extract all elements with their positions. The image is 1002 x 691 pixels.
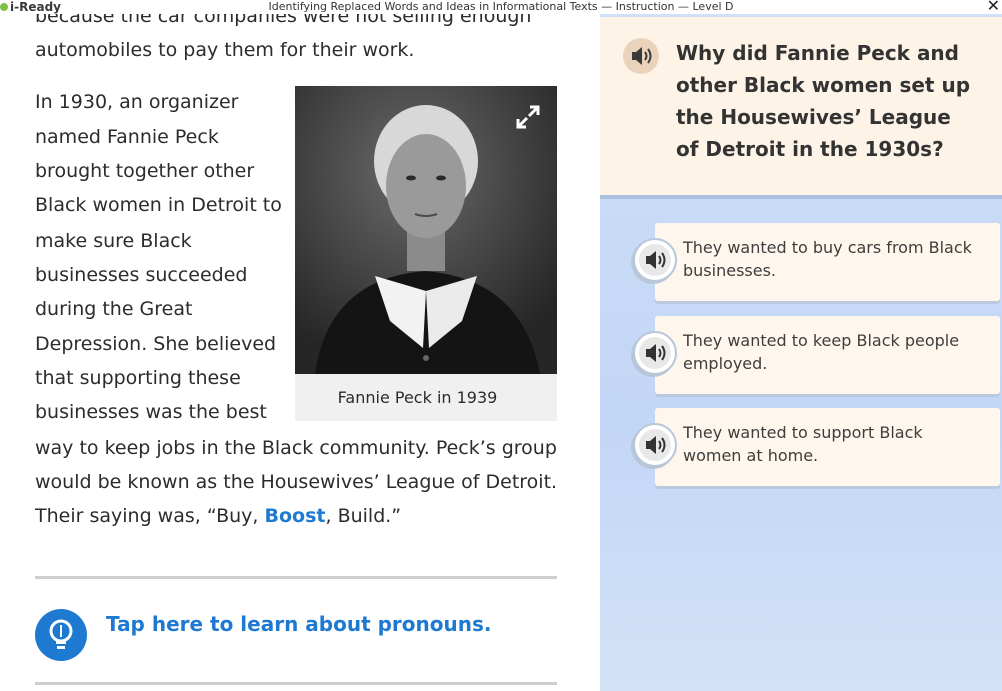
passage-line: named Fannie Peck	[35, 126, 219, 148]
passage-line: In 1930, an organizer	[35, 91, 239, 113]
figure: Fannie Peck in 1939	[295, 86, 557, 421]
divider	[35, 576, 557, 579]
passage-line: Their saying was, “Buy, Boost, Build.”	[35, 505, 401, 527]
speaker-icon[interactable]	[633, 331, 677, 375]
saying-suffix: , Build.”	[325, 505, 402, 527]
divider	[35, 682, 557, 685]
passage-line: that supporting these	[35, 367, 241, 389]
passage-line: would be known as the Housewives’ League…	[35, 471, 558, 493]
lightbulb-icon[interactable]	[35, 609, 87, 661]
passage-line: because the car companies were not selli…	[35, 14, 532, 27]
speaker-icon[interactable]	[633, 238, 677, 282]
pronoun-tip-link[interactable]: Tap here to learn about pronouns.	[106, 612, 491, 636]
close-icon[interactable]: ✕	[987, 0, 1000, 15]
passage-line: make sure Black	[35, 230, 192, 252]
passage-line: way to keep jobs in the Black community.…	[35, 437, 557, 459]
passage-line: during the Great	[35, 298, 193, 320]
passage-line: businesses was the best	[35, 401, 267, 423]
title-bar: i-Ready Identifying Replaced Words and I…	[0, 0, 1002, 15]
saying-prefix: Their saying was, “Buy,	[35, 505, 265, 527]
question-text: Why did Fannie Peck and other Black wome…	[676, 41, 971, 161]
passage-line: Black women in Detroit to	[35, 194, 282, 216]
answer-choice-1[interactable]: They wanted to buy cars from Black busin…	[633, 223, 1000, 301]
answer-choice-2[interactable]: They wanted to keep Black people employe…	[633, 316, 1000, 394]
reading-panel: because the car companies were not selli…	[0, 14, 600, 691]
passage-line: brought together other	[35, 160, 255, 182]
passage-line: businesses succeeded	[35, 264, 248, 286]
figure-caption: Fannie Peck in 1939	[337, 388, 498, 407]
choice-label: They wanted to keep Black people employe…	[683, 331, 960, 373]
speaker-icon[interactable]	[623, 38, 659, 74]
choice-label: They wanted to support Black women at ho…	[683, 423, 923, 465]
window-title: Identifying Replaced Words and Ideas in …	[268, 0, 734, 13]
passage-line: Depression. She believed	[35, 333, 277, 355]
question-header: Why did Fannie Peck and other Black wome…	[600, 17, 1002, 199]
expand-icon[interactable]	[515, 104, 541, 130]
choice-label: They wanted to buy cars from Black busin…	[683, 238, 972, 280]
question-panel: Why did Fannie Peck and other Black wome…	[600, 14, 1002, 691]
answer-choice-3[interactable]: They wanted to support Black women at ho…	[633, 408, 1000, 486]
passage-line: automobiles to pay them for their work.	[35, 39, 415, 61]
speaker-icon[interactable]	[633, 423, 677, 467]
fannie-peck-photo[interactable]	[295, 86, 557, 374]
vocab-word-link[interactable]: Boost	[265, 505, 326, 527]
